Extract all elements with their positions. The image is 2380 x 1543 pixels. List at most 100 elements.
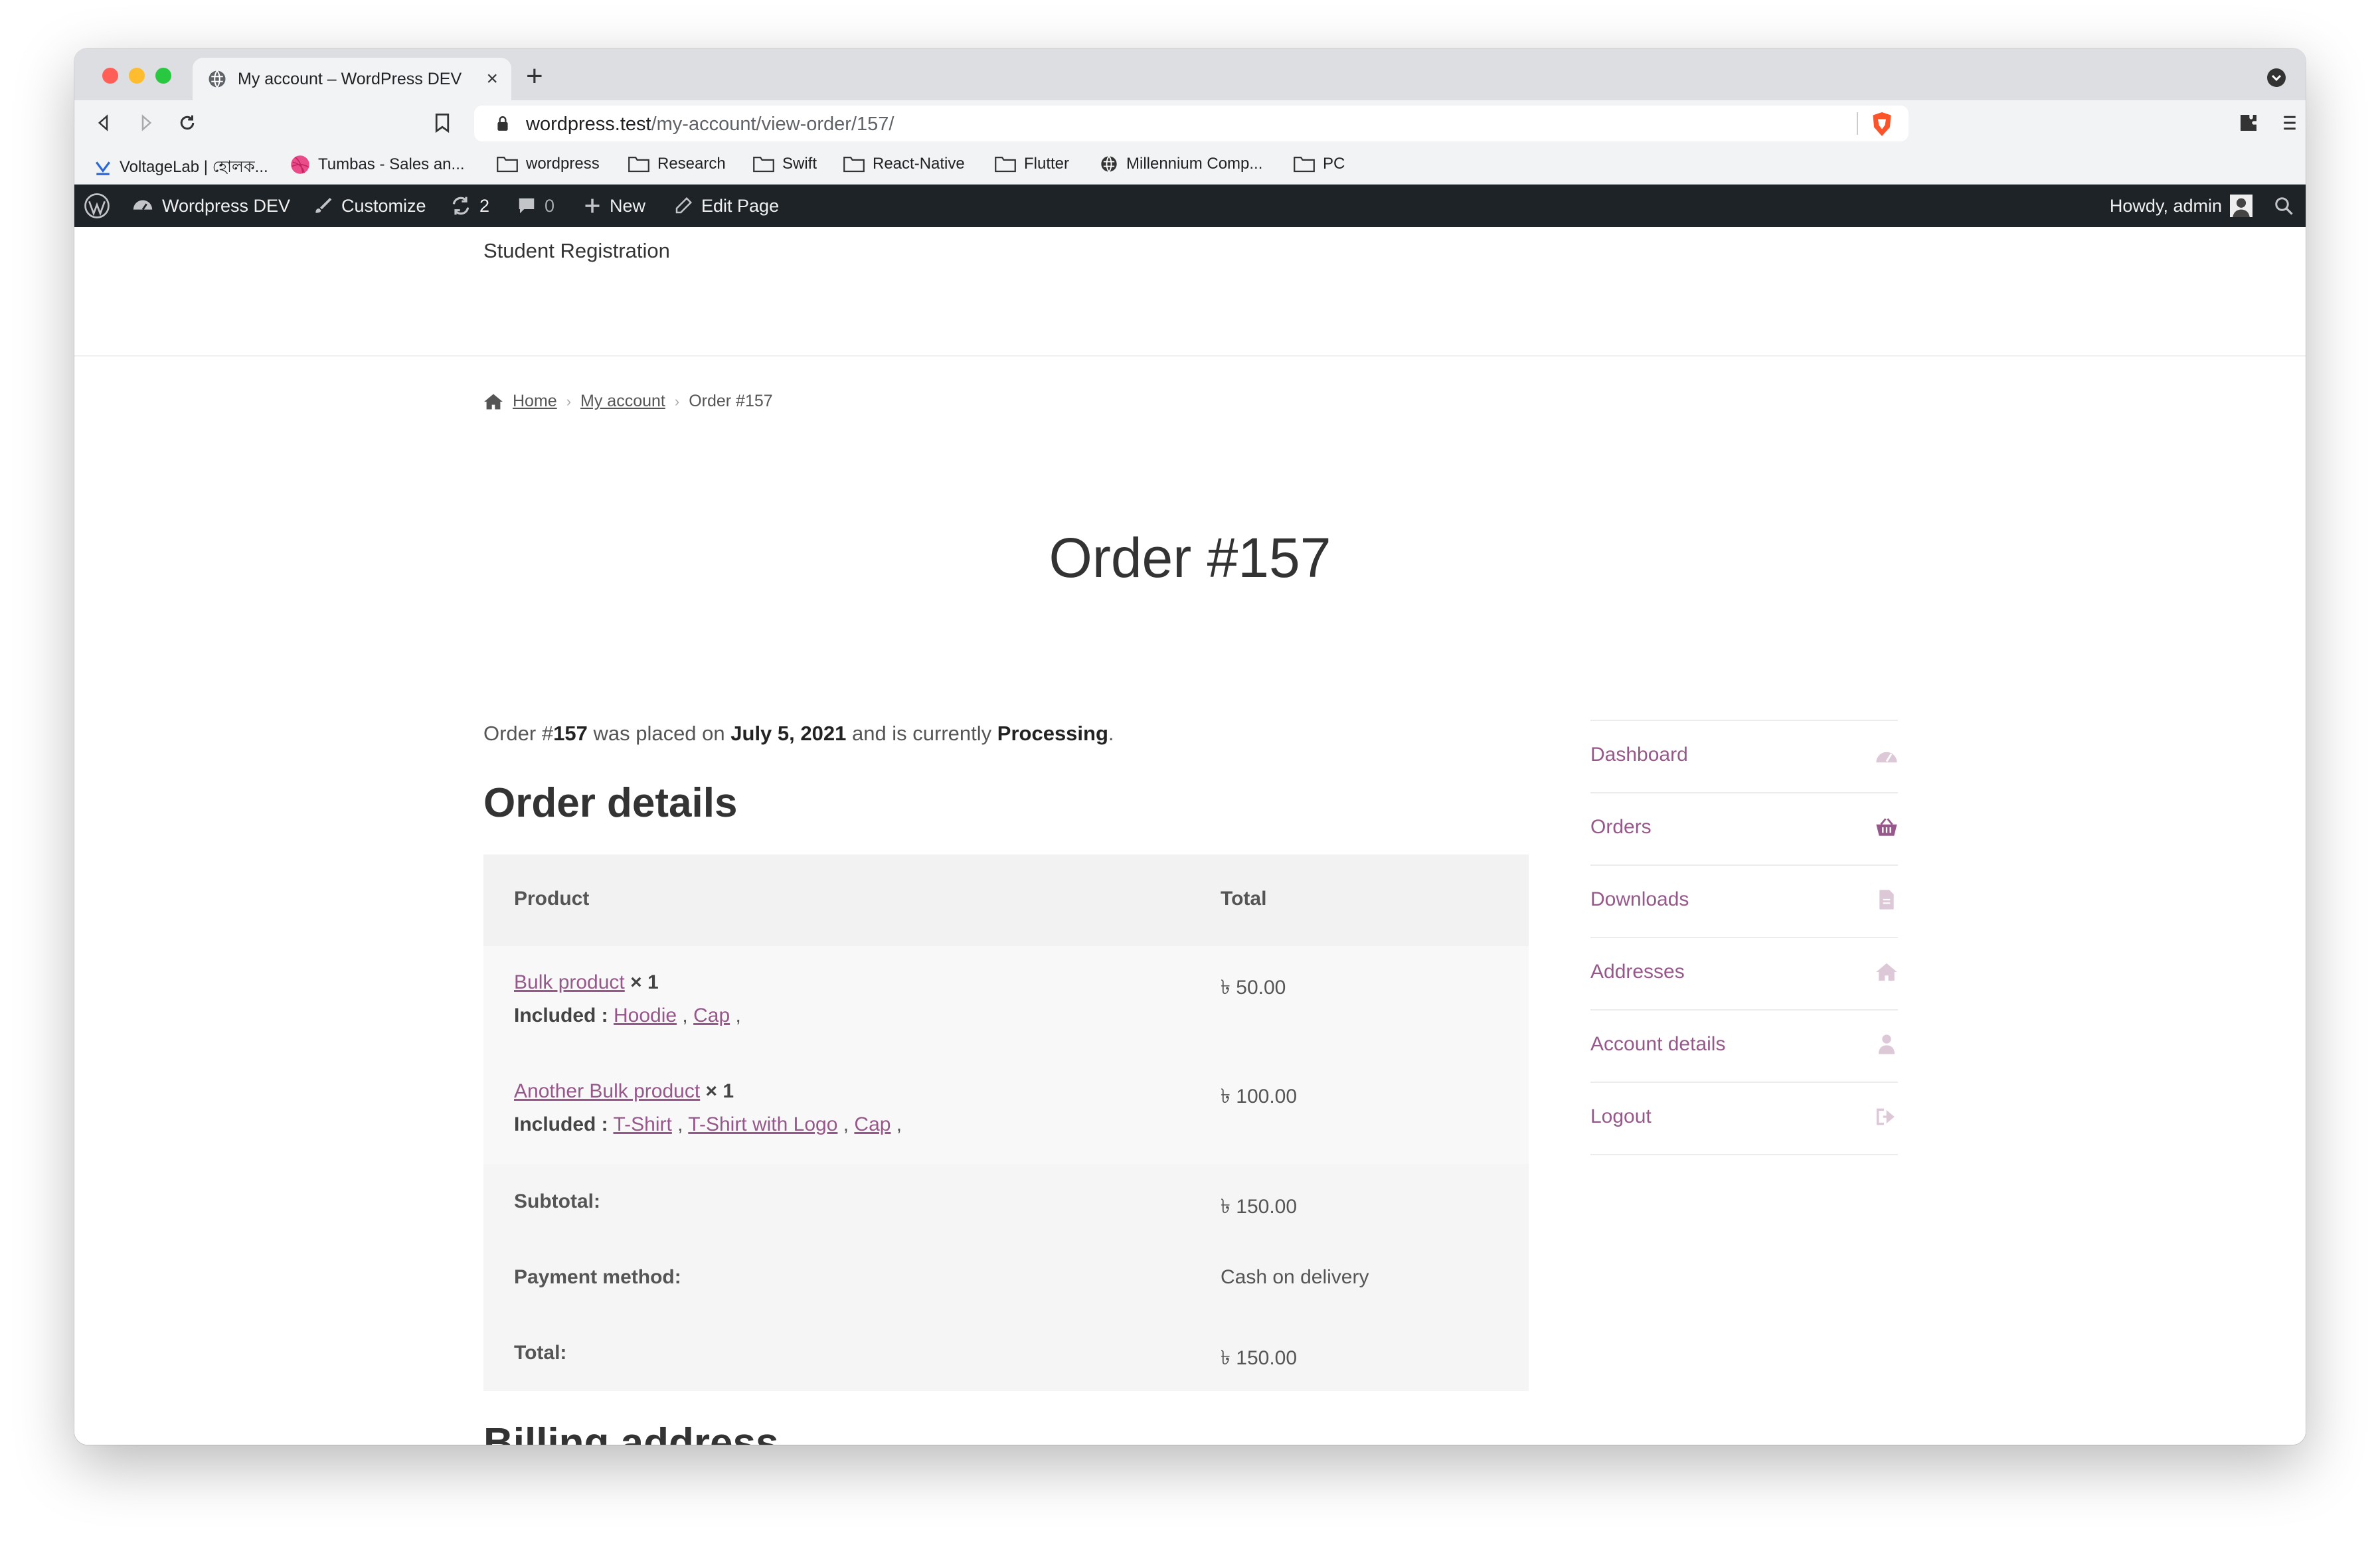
admin-search-button[interactable] xyxy=(2274,185,2294,227)
folder-icon xyxy=(497,157,518,173)
included-product-link[interactable]: T-Shirt xyxy=(613,1113,671,1135)
nav-item-downloads[interactable]: Downloads xyxy=(1590,864,1898,937)
total-label: Total: xyxy=(514,1342,567,1364)
line-total: ৳ 100.00 xyxy=(1221,1086,1298,1107)
order-date: July 5, 2021 xyxy=(730,722,847,745)
avatar xyxy=(2230,195,2252,217)
bookmark-millennium[interactable]: Millennium Comp... xyxy=(1100,155,1262,173)
nav-item-orders[interactable]: Orders xyxy=(1590,792,1898,864)
hamburger-icon xyxy=(2284,116,2296,130)
nav-item-logout[interactable]: Logout xyxy=(1590,1082,1898,1155)
included-product-link[interactable]: T-Shirt with Logo xyxy=(688,1113,837,1135)
bookmark-react-native[interactable]: React-Native xyxy=(843,155,965,173)
included-label: Included : xyxy=(514,1113,608,1135)
bookmark-voltagelab[interactable]: VoltageLab | হোলক... xyxy=(94,155,268,181)
bookmark-swift[interactable]: Swift xyxy=(753,155,817,173)
bookmark-pc[interactable]: PC xyxy=(1294,155,1345,173)
plus-icon xyxy=(585,199,600,213)
new-label: New xyxy=(610,195,646,216)
nav-label: Account details xyxy=(1590,1033,1726,1055)
folder-icon xyxy=(1294,157,1315,173)
nav-label: Dashboard xyxy=(1590,744,1688,766)
close-window-button[interactable] xyxy=(102,68,118,84)
page-title: Order #157 xyxy=(1049,527,1331,589)
new-tab-button[interactable]: + xyxy=(526,62,543,91)
site-name: Wordpress DEV xyxy=(162,195,291,216)
browser-toolbar: wordpress.test/my-account/view-order/157… xyxy=(74,100,2306,147)
product-link[interactable]: Bulk product xyxy=(514,971,625,993)
nav-item-account-details[interactable]: Account details xyxy=(1590,1009,1898,1082)
bookmark-tumbas[interactable]: Tumbas - Sales an... xyxy=(290,155,465,175)
bookmark-research[interactable]: Research xyxy=(628,155,726,173)
extensions-button[interactable] xyxy=(2235,110,2262,136)
reload-button[interactable] xyxy=(174,110,201,136)
intro-text: was placed on xyxy=(587,722,731,745)
tab-search-button[interactable] xyxy=(2267,68,2286,87)
edit-page-link[interactable]: Edit Page xyxy=(673,185,779,227)
menu-button[interactable] xyxy=(2276,110,2303,136)
my-account-menu[interactable]: Howdy, admin xyxy=(2110,185,2252,227)
order-details-table: Product Total Bulk product × 1 Included … xyxy=(483,854,1529,1391)
included-product-link[interactable]: Cap xyxy=(693,1005,730,1026)
breadcrumb: Home › My account › Order #157 xyxy=(483,392,773,411)
bookmark-label: VoltageLab | হোলক... xyxy=(120,158,268,176)
bookmark-label: PC xyxy=(1323,155,1345,173)
quantity: × 1 xyxy=(705,1080,734,1102)
breadcrumb-my-account[interactable]: My account xyxy=(580,392,665,411)
included-product-link[interactable]: Hoodie xyxy=(614,1005,677,1026)
browser-tab[interactable]: My account – WordPress DEV × xyxy=(193,58,511,100)
tab-close-button[interactable]: × xyxy=(486,68,498,90)
minimize-window-button[interactable] xyxy=(129,68,145,84)
updates-count: 2 xyxy=(479,195,490,216)
bookmarks-bar: VoltageLab | হোলক... Tumbas - Sales an..… xyxy=(74,147,2306,185)
product-link[interactable]: Another Bulk product xyxy=(514,1080,700,1102)
order-summary-text: Order #157 was placed on July 5, 2021 an… xyxy=(483,722,1114,746)
back-button[interactable] xyxy=(90,110,117,136)
bookmark-icon xyxy=(435,114,450,133)
bookmark-label: Swift xyxy=(782,155,817,173)
brave-shield-icon[interactable] xyxy=(1870,111,1894,137)
included-cell: Included : T-Shirt , T-Shirt with Logo ,… xyxy=(514,1113,902,1135)
chevron-down-icon xyxy=(2271,74,2282,82)
table-row: Bulk product × 1 Included : Hoodie , Cap… xyxy=(483,946,1529,1055)
subtotal-label: Subtotal: xyxy=(514,1190,600,1212)
new-content-menu[interactable]: New xyxy=(583,185,645,227)
bookmark-wordpress[interactable]: wordpress xyxy=(497,155,600,173)
billing-address-heading: Billing address xyxy=(483,1420,779,1445)
zoom-window-button[interactable] xyxy=(155,68,171,84)
dashboard-icon xyxy=(133,200,153,210)
account-navigation: Dashboard Orders Downloads Addresses Acc… xyxy=(1590,720,1898,1155)
nav-item-dashboard[interactable]: Dashboard xyxy=(1590,720,1898,792)
comments-link[interactable]: 0 xyxy=(517,185,554,227)
forward-button[interactable] xyxy=(133,110,159,136)
line-total: ৳ 50.00 xyxy=(1221,977,1286,999)
dribbble-icon xyxy=(291,155,309,174)
customize-link[interactable]: Customize xyxy=(312,185,426,227)
updates-link[interactable]: 2 xyxy=(450,185,489,227)
edit-page-label: Edit Page xyxy=(701,195,780,216)
bookmark-button[interactable] xyxy=(429,110,456,136)
wp-logo-button[interactable] xyxy=(84,185,110,227)
home-icon xyxy=(1875,961,1898,983)
total-row: Total: ৳ 150.00 xyxy=(483,1315,1529,1391)
forward-icon xyxy=(141,114,152,131)
intro-text: and is currently xyxy=(846,722,997,745)
nav-item-addresses[interactable]: Addresses xyxy=(1590,937,1898,1009)
site-name-menu[interactable]: Wordpress DEV xyxy=(131,185,290,227)
howdy-label: Howdy, admin xyxy=(2109,195,2222,216)
url-host: wordpress.test xyxy=(526,114,651,135)
address-bar[interactable]: wordpress.test/my-account/view-order/157… xyxy=(474,106,1909,141)
dashboard-icon xyxy=(1875,744,1898,766)
nav-label: Logout xyxy=(1590,1105,1652,1127)
bookmark-label: Tumbas - Sales an... xyxy=(318,155,465,173)
site-title[interactable]: Student Registration xyxy=(483,239,670,263)
subtotal-row: Subtotal: ৳ 150.00 xyxy=(483,1164,1529,1240)
page-content: Student Registration Home › My account ›… xyxy=(74,227,2306,1445)
column-header-total: Total xyxy=(1221,888,1267,910)
breadcrumb-home[interactable]: Home xyxy=(513,392,557,411)
address-url: wordpress.test/my-account/view-order/157… xyxy=(526,114,894,135)
included-product-link[interactable]: Cap xyxy=(854,1113,891,1135)
puzzle-icon xyxy=(2241,115,2256,131)
bookmark-flutter[interactable]: Flutter xyxy=(995,155,1069,173)
product-cell: Bulk product × 1 xyxy=(514,971,659,994)
